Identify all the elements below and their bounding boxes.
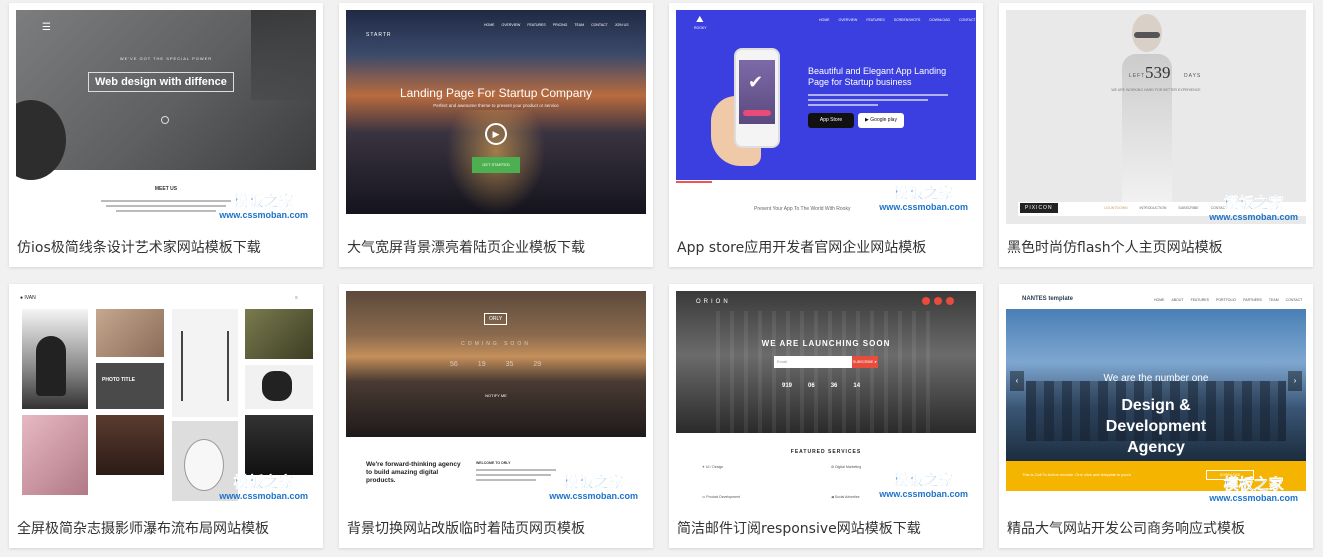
email-input[interactable]: Email: [774, 356, 852, 368]
template-thumbnail[interactable]: NANTES template HOME ABOUT FEATURES PORTFOL…: [1006, 291, 1306, 505]
brand-logo: ORION: [696, 299, 731, 305]
welcome-title: WELCOME TO ORLY: [476, 461, 511, 465]
template-card-3[interactable]: ⛰ ROOKY HOME OVERVIEW FEATURES SCREENSHOTS D…: [669, 3, 983, 267]
footer-text: Present Your App To The World With Rooky: [754, 206, 851, 212]
hero-subline: Perfect and awesome theme to present you…: [433, 103, 559, 108]
template-thumbnail[interactable]: ORION WE ARE LAUNCHING SOON Email SUBSCR…: [676, 291, 976, 505]
countdown: 919 06 36 14: [782, 383, 861, 389]
notify-me-button[interactable]: NOTIFY ME: [474, 391, 518, 401]
template-title[interactable]: App store应用开发者官网企业网站模板: [677, 237, 926, 257]
watermark: 模板之家 www.cssmoban.com: [879, 184, 968, 212]
brand-logo: ORLY: [484, 313, 508, 325]
countdown-subline: WE ARE WORKING HARD FOR BETTER EXPERIENC…: [1111, 88, 1201, 92]
chevron-down-icon[interactable]: [161, 116, 169, 124]
subscribe-button[interactable]: SUBSCRIBE ➤: [852, 356, 878, 368]
template-card-6[interactable]: ORLY COMING SOON 56 19 35 29 NOTIFY ME We'r…: [339, 284, 653, 548]
template-card-2[interactable]: STARTR HOME OVERVIEW FEATURES PRICING TEAM CO…: [339, 3, 653, 267]
hero-headline: Beautiful and Elegant App Landing Page fo…: [808, 66, 947, 87]
top-nav: HOME ABOUT FEATURES PORTFOLIO PARTNERS TEAM CO…: [1154, 298, 1303, 302]
watermark: 模板之家 www.cssmoban.com: [549, 473, 638, 501]
template-thumbnail[interactable]: ● IVAN ≡ PHOTO TITLE 模板之家 www.cssmoban.co…: [16, 291, 316, 505]
template-card-5[interactable]: ● IVAN ≡ PHOTO TITLE 模板之家 www.cssmoban.co…: [9, 284, 323, 548]
watermark: 模板之家 www.cssmoban.com: [1209, 475, 1298, 503]
brand-logo: NANTES template: [1022, 296, 1074, 302]
hero-subline: We are the number one: [1103, 373, 1209, 384]
google-play-button[interactable]: ▶ Google play: [858, 113, 904, 128]
cta-text: This is Call To Action module. One click…: [1022, 472, 1131, 477]
template-title[interactable]: 全屏极简杂志摄影师瀑布流布局网站模板: [17, 518, 269, 538]
play-icon[interactable]: ▶: [485, 123, 507, 145]
get-started-button[interactable]: GET STARTED: [472, 157, 520, 173]
bike-icon: ⚙: [831, 465, 835, 469]
countdown-days: DAYS: [1184, 73, 1202, 79]
template-thumbnail[interactable]: ☰ WE'VE GOT THE SPECIAL POWER Web design…: [16, 10, 316, 224]
watermark: 模板之家 www.cssmoban.com: [1209, 194, 1298, 222]
service-item: ✈ UI / Design: [702, 465, 724, 469]
template-card-8[interactable]: NANTES template HOME ABOUT FEATURES PORTFOL…: [999, 284, 1313, 548]
template-title[interactable]: 大气宽屏背景漂亮着陆页企业模板下载: [347, 237, 585, 257]
template-title[interactable]: 仿ios极简线条设计艺术家网站模板下载: [17, 237, 261, 257]
brand-logo: ⛰: [696, 14, 704, 24]
watermark: 模板之家 www.cssmoban.com: [219, 473, 308, 501]
countdown-number: 539: [1145, 63, 1171, 82]
megaphone-icon: ◀: [831, 495, 834, 499]
template-title[interactable]: 黑色时尚仿flash个人主页网站模板: [1007, 237, 1223, 257]
template-thumbnail[interactable]: ORLY COMING SOON 56 19 35 29 NOTIFY ME We'r…: [346, 291, 646, 505]
rocket-icon: ✈: [702, 465, 705, 469]
service-item: ▭ Product Development: [702, 495, 740, 499]
template-thumbnail[interactable]: STARTR HOME OVERVIEW FEATURES PRICING TEAM CO…: [346, 10, 646, 224]
menu-icon[interactable]: ≡: [295, 295, 298, 301]
record-icon: ●: [20, 295, 24, 301]
section-title: FEATURED SERVICES: [790, 449, 862, 455]
template-title[interactable]: 精品大气网站开发公司商务响应式模板: [1007, 518, 1245, 538]
template-thumbnail[interactable]: LEFT 539 DAYS WE ARE WORKING HARD FOR BE…: [1006, 10, 1306, 224]
hero-headline: Web design with diffence: [88, 72, 234, 92]
app-store-button[interactable]: App Store: [808, 113, 854, 128]
brand-logo: STARTR: [366, 32, 392, 38]
social-icon-google[interactable]: [946, 297, 954, 305]
top-nav: HOME OVERVIEW FEATURES PRICING TEAM CONTACT JO…: [484, 23, 629, 27]
menu-icon[interactable]: ☰: [42, 22, 51, 33]
hero-headline: WE ARE LAUNCHING SOON: [761, 339, 891, 348]
hero-tagline: WE'VE GOT THE SPECIAL POWER: [119, 56, 213, 61]
top-nav: HOME OVERVIEW FEATURES SCREENSHOTS DOWNLOAD C…: [819, 18, 976, 22]
social-icon-twitter[interactable]: [934, 297, 942, 305]
monitor-icon: ▭: [702, 495, 706, 499]
send-icon: ➤: [874, 360, 878, 364]
watermark: 模板之家 www.cssmoban.com: [879, 471, 968, 499]
template-title[interactable]: 背景切换网站改版临时着陆页网页模板: [347, 518, 585, 538]
hero-headline: Design & Development Agency: [1105, 397, 1207, 456]
service-item: ◀ Social Advertise: [831, 495, 860, 499]
brand-logo: ● IVAN: [20, 295, 36, 301]
portrait: [1118, 14, 1174, 210]
coming-soon: COMING SOON: [461, 341, 531, 347]
photo-caption: PHOTO TITLE: [102, 377, 135, 383]
play-store-icon: ▶: [865, 117, 869, 123]
template-thumbnail[interactable]: ⛰ ROOKY HOME OVERVIEW FEATURES SCREENSHOTS D…: [676, 10, 976, 224]
countdown-left: LEFT: [1129, 73, 1146, 79]
brand-logo: PIXICON: [1020, 203, 1058, 213]
template-card-7[interactable]: ORION WE ARE LAUNCHING SOON Email SUBSCR…: [669, 284, 983, 548]
template-card-1[interactable]: ☰ WE'VE GOT THE SPECIAL POWER Web design…: [9, 3, 323, 267]
brand-name: ROOKY: [694, 26, 707, 30]
hero-headline: Landing Page For Startup Company: [399, 86, 593, 100]
template-card-4[interactable]: LEFT 539 DAYS WE ARE WORKING HARD FOR BE…: [999, 3, 1313, 267]
countdown: 56 19 35 29: [450, 361, 542, 368]
watermark: 模板之家 www.cssmoban.com: [219, 192, 308, 220]
template-title[interactable]: 简洁邮件订阅responsive网站模板下载: [677, 518, 921, 538]
check-icon: ✔: [748, 72, 764, 92]
social-icon-facebook[interactable]: [922, 297, 930, 305]
service-item: ⚙ Digital Marketing: [831, 465, 862, 469]
lead-text: We're forward-thinking agency to build a…: [366, 461, 461, 484]
